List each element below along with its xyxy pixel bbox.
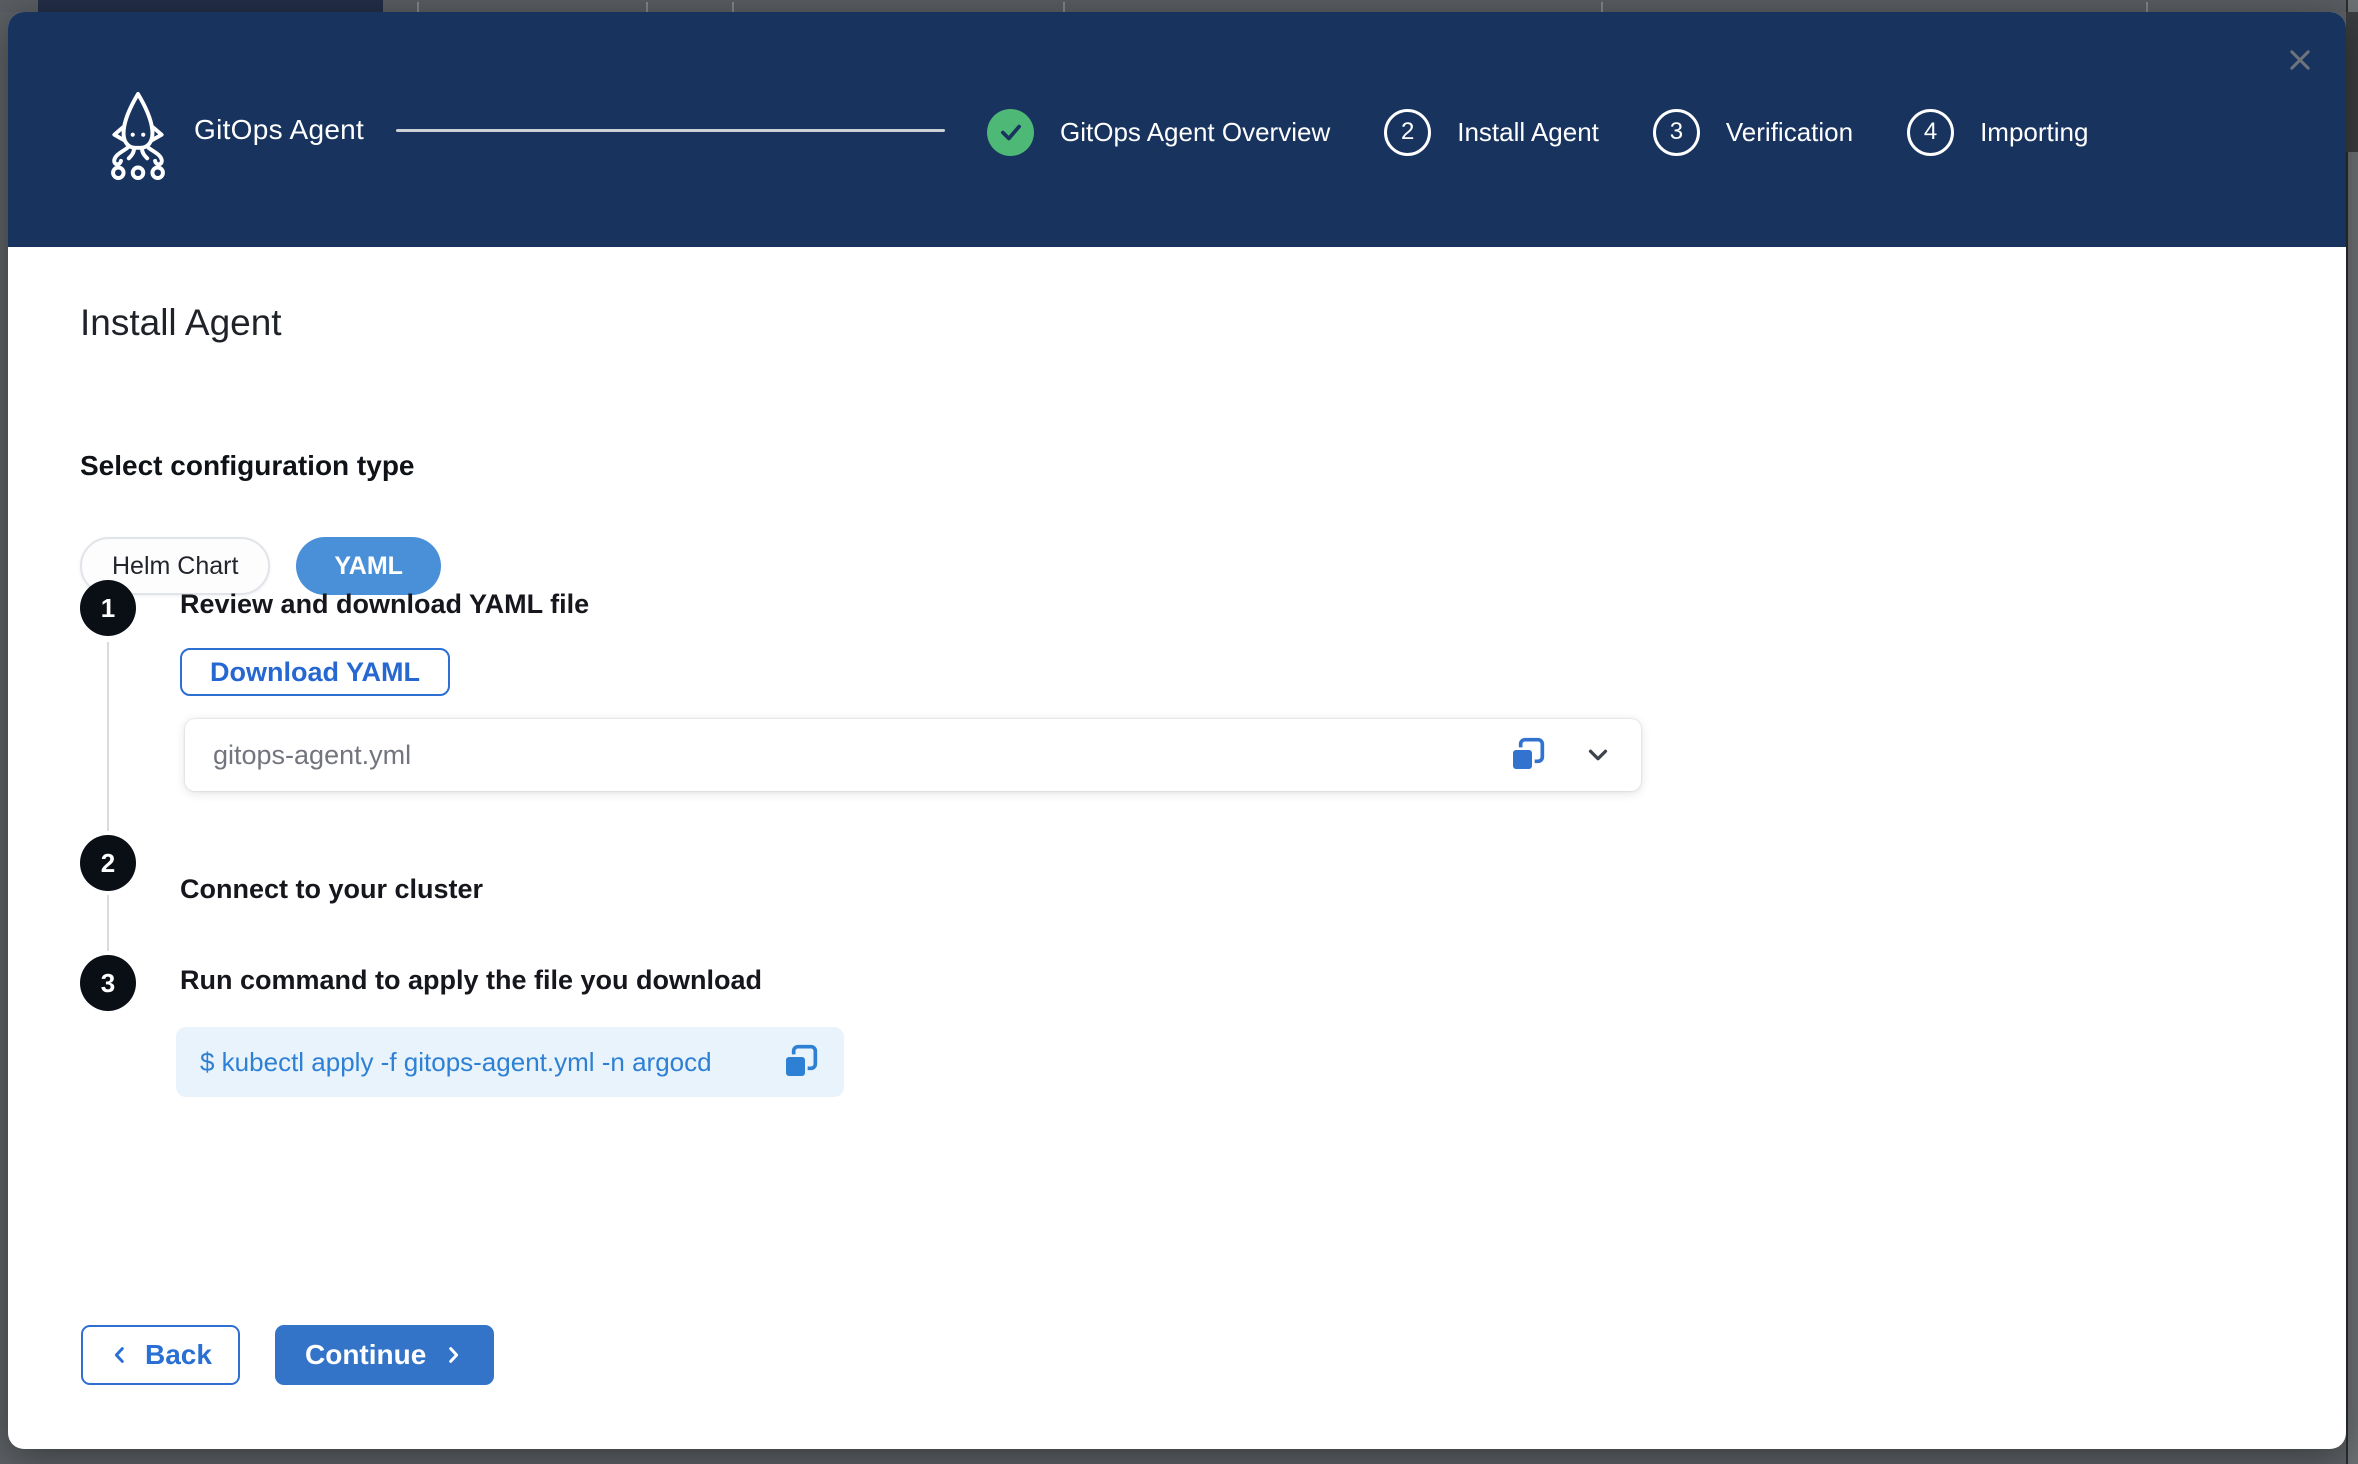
background-page-edge-line [2346,0,2348,1464]
step-number: 2 [1401,118,1414,146]
browser-tab-separator [2146,2,2148,12]
continue-button-label: Continue [305,1339,426,1371]
chevron-left-icon [109,1344,131,1366]
wizard-stepper: GitOps Agent Overview 2 Install Agent 3 … [987,107,2088,157]
step-connector-line [107,895,109,951]
chevron-down-icon[interactable] [1583,740,1613,770]
step-3-badge: 3 [80,955,136,1011]
stepper-label: Install Agent [1457,117,1599,148]
continue-button[interactable]: Continue [275,1325,494,1385]
wizard-title: GitOps Agent [194,114,364,146]
config-type-label: Select configuration type [80,450,415,482]
stepper-item-verification[interactable]: 3 Verification [1653,109,1853,156]
close-icon[interactable] [2284,44,2316,76]
background-page-edge [2346,0,2358,1464]
step-2-title: Connect to your cluster [180,874,483,905]
browser-tab-separator [1601,2,1603,12]
step-number-circle: 3 [1653,109,1700,156]
browser-tab-separator [1063,2,1065,12]
stepper-item-importing[interactable]: 4 Importing [1907,109,2088,156]
step-number: 4 [1924,118,1937,146]
back-button-label: Back [145,1339,212,1371]
stepper-label: GitOps Agent Overview [1060,117,1330,148]
yaml-pill[interactable]: YAML [296,537,441,595]
step-1-number: 1 [101,593,115,624]
step-number: 3 [1670,118,1683,146]
stepper-item-install-agent[interactable]: 2 Install Agent [1384,109,1599,156]
chevron-right-icon [442,1344,464,1366]
step-complete-check-icon [987,109,1034,156]
background-browser-strip [0,0,2358,12]
header-divider-line [396,129,945,132]
yaml-file-row[interactable]: gitops-agent.yml [185,719,1641,791]
stepper-label: Importing [1980,117,2088,148]
gitops-agent-wizard-modal: GitOps Agent GitOps Agent Overview 2 Ins… [8,12,2346,1449]
download-yaml-button[interactable]: Download YAML [180,648,450,696]
page-title: Install Agent [80,302,282,344]
kubectl-command-text: $ kubectl apply -f gitops-agent.yml -n a… [200,1047,780,1078]
stepper-item-overview[interactable]: GitOps Agent Overview [987,109,1330,156]
step-number-circle: 2 [1384,109,1431,156]
config-type-toggle: Helm Chart YAML [80,537,441,595]
yaml-file-name: gitops-agent.yml [213,740,1507,771]
back-button[interactable]: Back [81,1325,240,1385]
step-connector-line [107,642,109,831]
background-page-edge-dark [2346,12,2358,152]
browser-tab-separator [732,2,734,12]
copy-icon[interactable] [1507,735,1547,775]
background-browser-tab [38,0,383,12]
stepper-label: Verification [1726,117,1853,148]
browser-tab-separator [417,2,419,12]
step-number-circle: 4 [1907,109,1954,156]
step-3-number: 3 [101,968,115,999]
step-3-title: Run command to apply the file you downlo… [180,965,762,996]
wizard-header: GitOps Agent GitOps Agent Overview 2 Ins… [8,12,2346,247]
step-1-title: Review and download YAML file [180,589,589,620]
browser-tab-separator [646,2,648,12]
copy-icon[interactable] [780,1042,820,1082]
step-1-badge: 1 [80,580,136,636]
step-2-badge: 2 [80,835,136,891]
kubectl-command-box: $ kubectl apply -f gitops-agent.yml -n a… [176,1027,844,1097]
gitops-squid-logo-icon [96,90,180,182]
step-2-number: 2 [101,848,115,879]
